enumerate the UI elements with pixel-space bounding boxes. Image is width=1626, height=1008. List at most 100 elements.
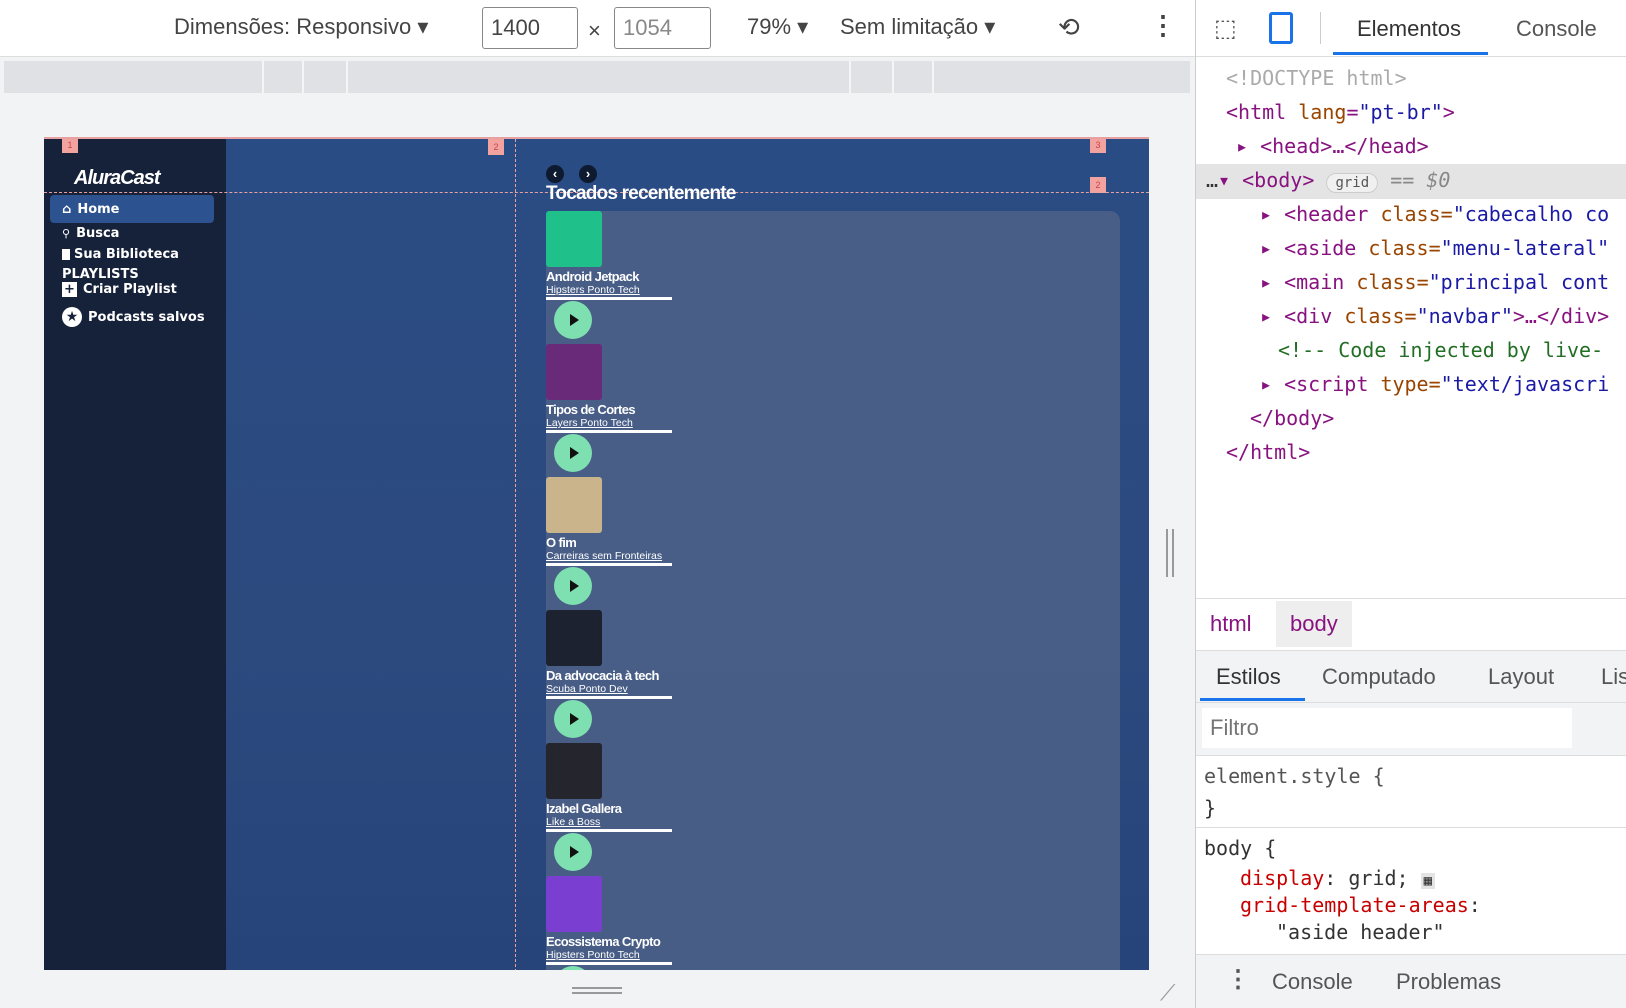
dimensions-label: Dimensões: Responsivo — [174, 14, 412, 39]
device-viewport: AluraCast ⌂ Home ⚲ Busca Sua Biblioteca PL… — [44, 137, 1149, 970]
breadcrumb-html[interactable]: html — [1210, 611, 1252, 637]
nav-label: Criar Playlist — [83, 282, 177, 297]
width-input[interactable] — [482, 7, 578, 49]
podcast-title: Tipos de Cortes — [546, 402, 636, 417]
bookmark-icon — [62, 249, 70, 260]
dom-node[interactable]: ▸ <aside class="menu-lateral" — [1260, 236, 1609, 260]
dom-comment[interactable]: <!-- Code injected by live- — [1278, 338, 1603, 362]
podcast-cover — [546, 211, 602, 267]
css-declaration[interactable]: grid-template-areas: — [1240, 893, 1481, 917]
resize-handle-right[interactable] — [1166, 529, 1174, 577]
dom-node[interactable]: <!DOCTYPE html> — [1226, 66, 1407, 90]
next-arrow-button[interactable]: › — [579, 165, 597, 183]
play-button[interactable] — [554, 966, 592, 970]
more-options-icon[interactable]: ⋮ — [1150, 10, 1176, 41]
play-icon — [570, 846, 579, 858]
grid-badge[interactable]: grid — [1326, 173, 1379, 193]
podcast-card[interactable]: Android Jetpack Hipsters Ponto Tech — [546, 211, 676, 344]
podcast-card[interactable]: Da advocacia à tech Scuba Ponto Dev — [546, 610, 676, 743]
dom-node[interactable]: </html> — [1226, 440, 1310, 464]
zoom-dropdown[interactable]: 79% ▾ — [747, 14, 808, 40]
podcast-title: Izabel Gallera — [546, 801, 622, 816]
rule-selector: body { — [1204, 836, 1277, 860]
play-icon — [570, 447, 579, 459]
rotate-icon[interactable]: ⟲ — [1058, 12, 1080, 43]
dom-node[interactable]: <html lang="pt-br"> — [1226, 100, 1455, 124]
dom-node[interactable]: ▸ <header class="cabecalho co — [1260, 202, 1609, 226]
podcast-channel-link[interactable]: Carreiras sem Fronteiras — [546, 550, 672, 566]
nav-busca[interactable]: ⚲ Busca — [62, 226, 119, 241]
podcast-channel-link[interactable]: Like a Boss — [546, 816, 672, 832]
device-toggle-icon[interactable] — [1269, 12, 1293, 44]
podcast-card[interactable]: Tipos de Cortes Layers Ponto Tech — [546, 344, 676, 477]
grid-badge: 2 — [1090, 177, 1106, 193]
height-input[interactable] — [614, 7, 711, 49]
drawer-tab-problemas[interactable]: Problemas — [1396, 969, 1501, 995]
dom-node[interactable]: </body> — [1250, 406, 1334, 430]
star-icon: ★ — [62, 307, 82, 327]
grid-badge: 1 — [62, 139, 78, 153]
nav-biblioteca[interactable]: Sua Biblioteca — [62, 247, 179, 262]
inspect-icon[interactable]: ⬚ — [1214, 14, 1237, 43]
logo: AluraCast — [74, 167, 160, 189]
menu-lateral: AluraCast ⌂ Home ⚲ Busca Sua Biblioteca PL… — [44, 139, 226, 970]
saved-podcasts-button[interactable]: ★ Podcasts salvos — [62, 307, 205, 327]
throttle-dropdown[interactable]: Sem limitação ▾ — [840, 14, 995, 40]
create-playlist-button[interactable]: + Criar Playlist — [62, 282, 177, 297]
media-query-bar[interactable] — [4, 61, 1190, 93]
play-button[interactable] — [554, 434, 592, 472]
resize-corner-icon[interactable]: ⟋ — [1160, 980, 1175, 1006]
rule-brace: } — [1204, 796, 1217, 820]
tab-estilos[interactable]: Estilos — [1216, 664, 1281, 690]
nav-label: Sua Biblioteca — [74, 247, 179, 262]
podcast-channel-link[interactable]: Hipsters Ponto Tech — [546, 949, 672, 965]
prev-arrow-button[interactable]: ‹ — [546, 165, 564, 183]
nav-label: Home — [77, 201, 120, 217]
podcast-card[interactable]: Ecossistema Crypto Hipsters Ponto Tech — [546, 876, 676, 970]
grid-badge: 2 — [488, 139, 504, 155]
tab-console[interactable]: Console — [1516, 16, 1597, 42]
tab-computado[interactable]: Computado — [1322, 664, 1436, 690]
resize-handle-bottom[interactable] — [572, 987, 622, 994]
throttle-value: Sem limitação — [840, 14, 979, 39]
breadcrumb-body[interactable]: body — [1276, 601, 1352, 647]
dimensions-dropdown[interactable]: Dimensões: Responsivo ▾ — [174, 14, 428, 40]
drawer-tab-console[interactable]: Console — [1272, 969, 1353, 995]
podcast-channel-link[interactable]: Scuba Ponto Dev — [546, 683, 672, 699]
podcast-title: O fim — [546, 535, 577, 550]
podcast-channel-link[interactable]: Hipsters Ponto Tech — [546, 284, 672, 300]
css-value: "aside header" — [1276, 920, 1445, 944]
podcast-card[interactable]: O fim Carreiras sem Fronteiras — [546, 477, 676, 610]
tab-elementos[interactable]: Elementos — [1357, 16, 1461, 42]
dom-node[interactable]: ▸ <main class="principal cont — [1260, 270, 1609, 294]
css-declaration[interactable]: display: grid; ▦ — [1240, 866, 1436, 890]
tab-listeners[interactable]: Lis — [1601, 664, 1626, 690]
dom-node[interactable]: ▸ <head>…</head> — [1236, 134, 1429, 158]
nav-label: Podcasts salvos — [88, 309, 205, 325]
play-button[interactable] — [554, 700, 592, 738]
play-button[interactable] — [554, 567, 592, 605]
styles-filter-input[interactable] — [1202, 708, 1572, 748]
podcast-channel-link[interactable]: Layers Ponto Tech — [546, 417, 672, 433]
podcast-card[interactable]: Izabel Gallera Like a Boss — [546, 743, 676, 876]
podcast-title: Ecossistema Crypto — [546, 934, 661, 949]
play-icon — [570, 713, 579, 725]
rule-selector: element.style { — [1204, 764, 1385, 788]
play-button[interactable] — [554, 833, 592, 871]
podcast-cover — [546, 477, 602, 533]
devtools-panel: ⬚ Elementos Console <!DOCTYPE html> <htm… — [1195, 0, 1626, 1008]
dom-node[interactable]: ▸ <script type="text/javascri — [1260, 372, 1609, 396]
home-icon: ⌂ — [62, 201, 72, 217]
body-rule: body { display: grid; ▦ grid-template-ar… — [1196, 827, 1626, 954]
dom-node[interactable]: ▸ <div class="navbar">…</div> — [1260, 304, 1609, 328]
nav-label: Busca — [76, 226, 120, 241]
nav-home[interactable]: ⌂ Home — [50, 195, 214, 223]
search-icon: ⚲ — [62, 227, 71, 240]
tab-layout[interactable]: Layout — [1488, 664, 1554, 690]
plus-icon: + — [62, 282, 77, 297]
grid-editor-icon[interactable]: ▦ — [1420, 873, 1436, 889]
drawer-menu-icon[interactable]: ⋮ — [1226, 965, 1250, 994]
dom-node-body[interactable]: …▾ <body> grid == $0 — [1206, 168, 1450, 193]
podcast-title: Da advocacia à tech — [546, 668, 659, 683]
play-button[interactable] — [554, 301, 592, 339]
